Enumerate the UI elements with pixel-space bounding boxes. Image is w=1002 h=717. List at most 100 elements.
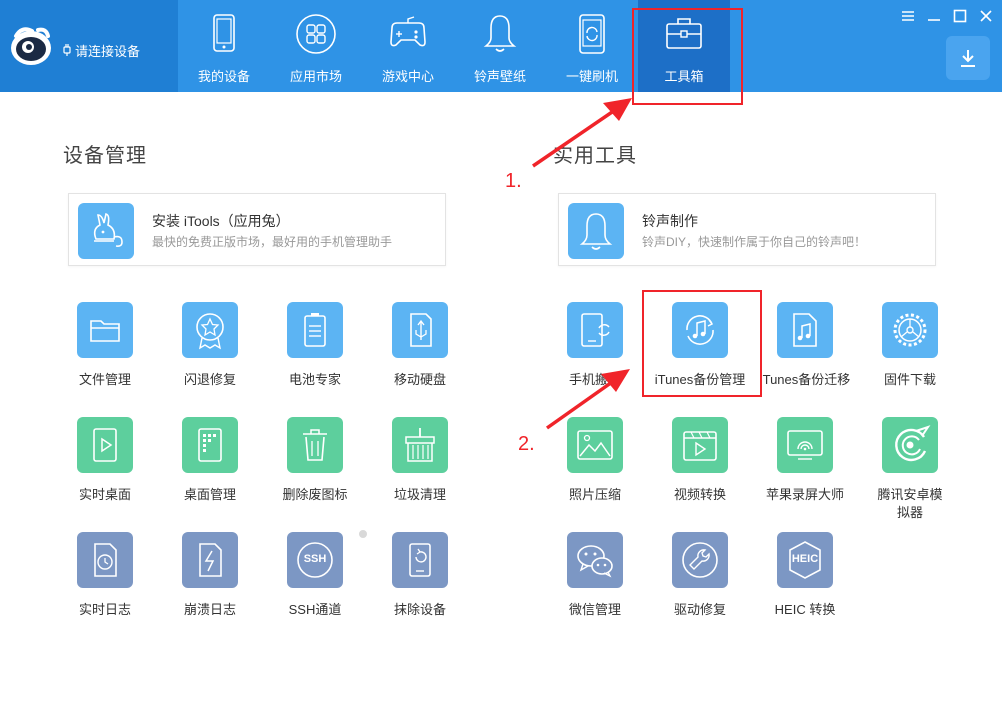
tab-label: 游戏中心 bbox=[381, 69, 434, 84]
tool-label: 微信管理 bbox=[568, 602, 621, 617]
trash-icon bbox=[287, 417, 343, 473]
tool-delete-icons[interactable]: 删除废图标 bbox=[263, 417, 367, 522]
tab-app-market[interactable]: 应用市场 bbox=[270, 0, 362, 92]
menu-icon[interactable] bbox=[900, 8, 916, 24]
tool-label: 实时日志 bbox=[78, 602, 131, 617]
ringtone-maker-card[interactable]: 铃声制作 铃声DIY，快速制作属于你自己的铃声吧！ bbox=[558, 193, 936, 266]
tool-label: 删除废图标 bbox=[282, 487, 348, 502]
tool-phone-transfer[interactable]: 手机搬家 bbox=[543, 302, 647, 407]
tool-ssh-channel[interactable]: SSH SSH通道 bbox=[263, 528, 369, 637]
lightning-doc-icon bbox=[182, 532, 238, 588]
ssh-icon: SSH bbox=[287, 528, 369, 588]
download-icon bbox=[961, 50, 975, 67]
tool-label: 移动硬盘 bbox=[393, 372, 446, 387]
window-controls bbox=[900, 8, 994, 24]
tab-label: 应用市场 bbox=[289, 69, 342, 84]
heic-icon: HEIC bbox=[777, 532, 833, 588]
erase-device-icon bbox=[392, 532, 448, 588]
tool-crash-repair[interactable]: 闪退修复 bbox=[158, 302, 262, 407]
tool-crash-log[interactable]: 崩溃日志 bbox=[158, 532, 262, 637]
close-icon[interactable] bbox=[978, 8, 994, 24]
tool-mobile-drive[interactable]: 移动硬盘 bbox=[368, 302, 472, 407]
ssh-icon-text: SSH bbox=[303, 553, 327, 565]
tool-label: 桌面管理 bbox=[183, 487, 236, 502]
gear-icon bbox=[882, 302, 938, 358]
tab-label: 我的设备 bbox=[197, 69, 250, 84]
feature-title: 铃声制作 bbox=[642, 213, 698, 229]
broom-icon bbox=[392, 417, 448, 473]
step-number-2: 2. bbox=[518, 433, 535, 455]
feature-title: 安装 iTools（应用兔） bbox=[152, 213, 290, 229]
tool-video-convert[interactable]: 视频转换 bbox=[648, 417, 752, 522]
tool-erase-device[interactable]: 抹除设备 bbox=[368, 532, 472, 637]
bell-icon bbox=[568, 203, 624, 259]
tool-heic-convert[interactable]: HEIC HEIC 转换 bbox=[753, 532, 857, 637]
tab-game-center[interactable]: 游戏中心 bbox=[362, 0, 454, 92]
device-status[interactable]: 请连接设备 bbox=[62, 41, 140, 59]
plug-icon bbox=[63, 44, 71, 56]
feature-description: 最快的免费正版市场，最好用的手机管理助手 bbox=[152, 235, 393, 249]
tab-one-click-flash[interactable]: 一键刷机 bbox=[546, 0, 638, 92]
tool-label: HEIC 转换 bbox=[774, 602, 836, 617]
play-screen-icon bbox=[77, 417, 133, 473]
tool-junk-cleanup[interactable]: 垃圾清理 bbox=[368, 417, 472, 522]
wrench-icon bbox=[672, 532, 728, 588]
tool-firmware-download[interactable]: 固件下载 bbox=[858, 302, 962, 407]
highlight-itunes-backup-manager bbox=[642, 290, 762, 397]
tool-label: SSH通道 bbox=[288, 602, 342, 617]
step-number-1: 1. bbox=[505, 170, 522, 192]
tab-label: 一键刷机 bbox=[565, 69, 618, 84]
maximize-icon[interactable] bbox=[952, 8, 968, 24]
rabbit-icon bbox=[78, 203, 134, 259]
tool-label: 实时桌面 bbox=[78, 487, 131, 502]
tool-wechat-manager[interactable]: 微信管理 bbox=[543, 532, 647, 637]
medal-star-icon bbox=[182, 302, 238, 358]
gamepad-icon bbox=[390, 16, 426, 47]
android-emulator-icon bbox=[882, 417, 938, 473]
phone-refresh-icon bbox=[579, 14, 605, 54]
minimize-icon[interactable] bbox=[926, 8, 942, 24]
bell-icon bbox=[483, 15, 517, 52]
battery-icon bbox=[287, 302, 343, 358]
tab-my-device[interactable]: 我的设备 bbox=[178, 0, 270, 92]
top-bar: 请连接设备 我的设备 应用市场 游戏中心 铃声壁纸 一键刷机 工具箱 bbox=[0, 0, 1002, 92]
video-icon bbox=[672, 417, 728, 473]
tab-ringtones-wallpapers[interactable]: 铃声壁纸 bbox=[454, 0, 546, 92]
tool-label: 驱动修复 bbox=[673, 602, 726, 617]
tool-label: 苹果录屏大师 bbox=[765, 487, 844, 502]
tool-label: 文件管理 bbox=[78, 372, 131, 387]
tool-label: 闪退修复 bbox=[183, 372, 236, 387]
desktop-grid-icon bbox=[182, 417, 238, 473]
tool-desktop-manager[interactable]: 桌面管理 bbox=[158, 417, 262, 522]
tool-screen-recorder[interactable]: 苹果录屏大师 bbox=[753, 417, 857, 522]
tool-live-log[interactable]: 实时日志 bbox=[53, 532, 157, 637]
tool-itunes-backup-migration[interactable]: iTunes备份迁移 bbox=[753, 302, 857, 407]
highlight-toolbox-tab bbox=[632, 8, 743, 105]
tool-live-desktop[interactable]: 实时桌面 bbox=[53, 417, 157, 522]
install-itools-card[interactable]: 安装 iTools（应用兔） 最快的免费正版市场，最好用的手机管理助手 bbox=[68, 193, 446, 266]
section-title-device-management: 设备管理 bbox=[63, 145, 147, 167]
tool-label: 手机搬家 bbox=[568, 372, 621, 387]
tool-file-manager[interactable]: 文件管理 bbox=[53, 302, 157, 407]
screen-mirror-icon bbox=[777, 417, 833, 473]
clock-doc-icon bbox=[77, 532, 133, 588]
feature-description: 铃声DIY，快速制作属于你自己的铃声吧！ bbox=[642, 235, 867, 249]
tool-label: 腾讯安卓模拟器 bbox=[877, 487, 943, 520]
tool-label: 视频转换 bbox=[673, 487, 726, 502]
tool-battery-expert[interactable]: 电池专家 bbox=[263, 302, 367, 407]
tool-photo-compress[interactable]: 照片压缩 bbox=[543, 417, 647, 522]
music-folder-icon bbox=[777, 302, 833, 358]
download-button[interactable] bbox=[946, 36, 990, 80]
tool-label: 电池专家 bbox=[288, 372, 341, 387]
tool-label: 崩溃日志 bbox=[183, 602, 236, 617]
usb-drive-icon bbox=[392, 302, 448, 358]
tool-driver-repair[interactable]: 驱动修复 bbox=[648, 532, 752, 637]
tool-tencent-android-emulator[interactable]: 腾讯安卓模拟器 bbox=[858, 417, 962, 522]
photo-icon bbox=[567, 417, 623, 473]
tool-label: 抹除设备 bbox=[393, 602, 446, 617]
tool-label: iTunes备份迁移 bbox=[759, 372, 851, 387]
tool-label: 固件下载 bbox=[883, 372, 936, 387]
wechat-icon bbox=[567, 532, 623, 588]
apps-grid-icon bbox=[296, 14, 336, 54]
tool-label: 垃圾清理 bbox=[393, 487, 446, 502]
